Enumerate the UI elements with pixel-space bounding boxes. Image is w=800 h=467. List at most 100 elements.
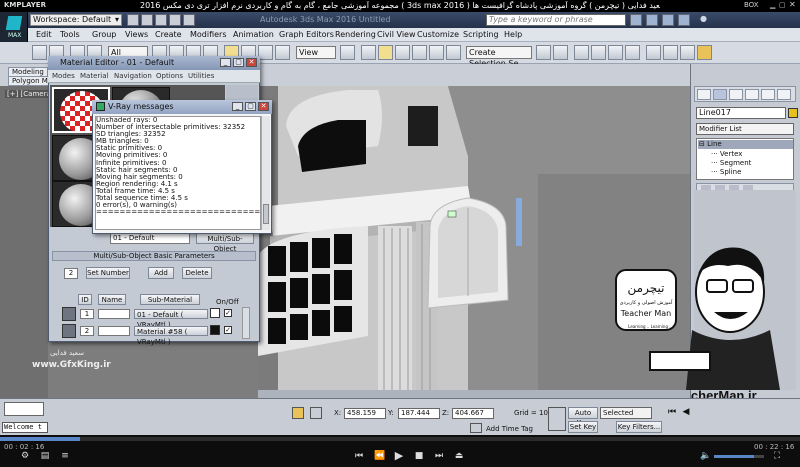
subtitle-icon[interactable]: ▤	[40, 451, 50, 461]
material-editor-icon[interactable]	[646, 45, 661, 60]
save-file-icon[interactable]	[155, 14, 167, 26]
stop-icon[interactable]: ■	[414, 451, 424, 461]
speed-icon[interactable]: ≡	[60, 451, 70, 461]
add-button[interactable]: Add	[148, 267, 174, 279]
submaterial-1-button[interactable]: 01 - Default ( VRayMtl )	[134, 309, 208, 329]
display-tab-icon[interactable]	[761, 89, 775, 100]
set-number-button[interactable]: Set Number	[86, 267, 130, 279]
ribbon-tab-polygon-modeling[interactable]: Polygon M	[8, 76, 52, 86]
eject-icon[interactable]: ⏏	[454, 451, 464, 461]
menu-scripting[interactable]: Scripting	[463, 30, 499, 39]
search-input[interactable]: Type a keyword or phrase	[486, 14, 626, 26]
submaterial-1-id[interactable]: 1	[80, 309, 94, 319]
volume-icon[interactable]: 🔈	[700, 451, 711, 461]
place-icon[interactable]	[275, 45, 290, 60]
vray-log[interactable]: Unshaded rays: 0 Number of intersectable…	[95, 116, 261, 230]
time-tag-icon[interactable]	[470, 423, 482, 433]
player-box-label[interactable]: BOX	[744, 1, 759, 9]
modify-tab-icon[interactable]	[713, 89, 727, 100]
previous-frame-icon[interactable]: ◀	[680, 407, 692, 419]
previous-track-icon[interactable]: ⏮	[354, 451, 364, 461]
close-icon[interactable]: ✕	[789, 0, 796, 9]
hierarchy-tab-icon[interactable]	[729, 89, 743, 100]
absolute-mode-icon[interactable]	[310, 407, 322, 419]
undo-icon[interactable]	[169, 14, 181, 26]
maximize-icon[interactable]: ▢	[233, 58, 244, 67]
x-coordinate-field[interactable]: 458.159	[344, 408, 386, 419]
schematic-view-icon[interactable]	[625, 45, 640, 60]
snap-toggle-icon[interactable]	[378, 45, 393, 60]
material-type-button[interactable]: Multi/Sub-Object	[196, 233, 254, 253]
menu-material[interactable]: Material	[80, 72, 108, 80]
settings-icon[interactable]: ⚙	[20, 451, 30, 461]
key-selection-dropdown[interactable]: Selected	[600, 407, 652, 419]
menu-group[interactable]: Group	[92, 30, 116, 39]
workspace-dropdown[interactable]: Workspace: Default ▾	[30, 14, 122, 26]
redo-icon[interactable]	[183, 14, 195, 26]
close-icon[interactable]: ✕	[258, 102, 269, 111]
mirror-icon[interactable]	[536, 45, 551, 60]
set-key-button[interactable]: Set Key	[568, 421, 598, 433]
submaterial-2-color[interactable]	[210, 325, 220, 335]
next-track-icon[interactable]: ⏭	[434, 451, 444, 461]
sort-name-button[interactable]: Name	[98, 294, 126, 305]
y-coordinate-field[interactable]: 187.444	[398, 408, 440, 419]
submaterial-1-color[interactable]	[210, 308, 220, 318]
align-icon[interactable]	[553, 45, 568, 60]
utilities-tab-icon[interactable]	[777, 89, 791, 100]
number-of-materials-field[interactable]: 2	[64, 268, 78, 279]
sign-in-icon[interactable]: ●	[700, 14, 707, 23]
object-color-swatch[interactable]	[788, 108, 798, 118]
render-production-icon[interactable]	[697, 45, 712, 60]
menu-views[interactable]: Views	[125, 30, 148, 39]
rendered-frame-icon[interactable]	[680, 45, 695, 60]
menu-civil-view[interactable]: Civil View	[377, 30, 416, 39]
expand-icon[interactable]: ⊟	[699, 140, 707, 148]
new-file-icon[interactable]	[127, 14, 139, 26]
minimize-icon[interactable]: _	[232, 102, 243, 111]
render-setup-icon[interactable]	[663, 45, 678, 60]
app-logo[interactable]: MAX	[0, 12, 28, 42]
motion-tab-icon[interactable]	[745, 89, 759, 100]
key-filters-button[interactable]: Key Filters...	[616, 421, 662, 433]
menu-utilities[interactable]: Utilities	[188, 72, 214, 80]
volume-slider[interactable]	[714, 455, 764, 458]
go-to-start-icon[interactable]: ⏮	[666, 407, 678, 419]
undo-button[interactable]	[32, 45, 47, 60]
menu-navigation[interactable]: Navigation	[114, 72, 152, 80]
menu-modifiers[interactable]: Modifiers	[190, 30, 227, 39]
ribbon-toggle-icon[interactable]	[591, 45, 606, 60]
rollout-multisub-basic[interactable]: Multi/Sub-Object Basic Parameters	[52, 251, 256, 261]
submaterial-scrollbar[interactable]	[242, 307, 250, 339]
named-selection-dropdown[interactable]: Create Selection Se	[466, 46, 532, 68]
delete-button[interactable]: Delete	[182, 267, 212, 279]
auto-key-button[interactable]: Auto Key	[568, 407, 598, 427]
close-icon[interactable]: ✕	[246, 58, 257, 67]
edit-named-selection-icon[interactable]	[446, 45, 461, 60]
submaterial-1-onoff[interactable]: ✓	[224, 309, 232, 317]
lock-selection-icon[interactable]	[292, 407, 304, 419]
menu-animation[interactable]: Animation	[233, 30, 274, 39]
search-icon[interactable]	[630, 14, 642, 26]
curve-editor-icon[interactable]	[608, 45, 623, 60]
open-file-icon[interactable]	[141, 14, 153, 26]
menu-help[interactable]: Help	[504, 30, 522, 39]
scale-icon[interactable]	[258, 45, 273, 60]
maxscript-listener[interactable]	[4, 402, 44, 416]
submaterial-2-onoff[interactable]: ✓	[224, 326, 232, 334]
minimize-icon[interactable]: _	[220, 58, 231, 67]
set-key-icon[interactable]	[548, 407, 566, 431]
minimize-icon[interactable]: ▁	[770, 1, 775, 9]
time-slider[interactable]	[258, 390, 690, 398]
add-time-tag[interactable]: Add Time Tag	[486, 425, 533, 433]
stack-item-line[interactable]: ⊟ Line	[699, 140, 722, 148]
sort-submaterial-button[interactable]: Sub-Material	[140, 294, 200, 305]
material-name-field[interactable]: 01 - Default	[110, 233, 190, 244]
submaterial-2-name[interactable]	[98, 326, 130, 336]
infocenter-icon[interactable]	[646, 14, 658, 26]
sort-id-button[interactable]: ID	[78, 294, 92, 305]
percent-snap-icon[interactable]	[412, 45, 427, 60]
z-coordinate-field[interactable]: 404.667	[452, 408, 494, 419]
play-icon[interactable]: ▶	[394, 450, 404, 461]
maximize-icon[interactable]: ▢	[779, 1, 786, 9]
